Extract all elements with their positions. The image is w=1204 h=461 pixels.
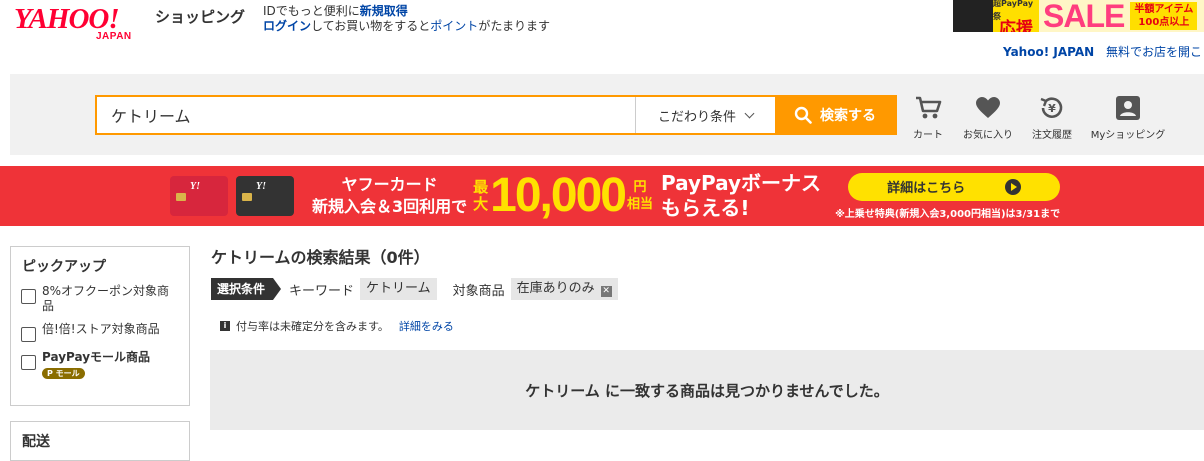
- banner-saidai-1: 最: [473, 178, 489, 196]
- info-icon: i: [220, 321, 230, 331]
- search-input[interactable]: [97, 97, 635, 133]
- banner-card-text: ヤフーカード 新規入会＆3回利用で: [312, 174, 467, 218]
- nav-favorites-label: お気に入り: [963, 130, 1013, 141]
- yahoo-japan-link[interactable]: Yahoo! JAPAN: [1003, 45, 1094, 59]
- banner-amount: 10,000: [490, 169, 627, 222]
- login-link[interactable]: ログイン: [263, 19, 311, 33]
- pickup-option-baibai[interactable]: 倍!倍!ストア対象商品: [21, 322, 189, 342]
- promo-text-1: IDでもっと便利に: [263, 4, 360, 18]
- pickup-option-label: PayPayモール商品 P モール: [42, 350, 172, 380]
- login-promo: IDでもっと便利に新規取得 ログインしてお買い物をするとポイントがたまります: [263, 4, 550, 34]
- open-store-link[interactable]: 無料でお店を開こ: [1106, 45, 1202, 59]
- banner-en-2: 相当: [626, 197, 653, 212]
- promo-text-2: してお買い物をすると: [311, 19, 431, 33]
- play-arrow-icon: [1005, 178, 1022, 195]
- sale-banner[interactable]: 超PayPay祭 応援 SALE 半額アイテム 100点以上: [953, 0, 1204, 32]
- target-value-chip: 在庫ありのみ ✕: [510, 278, 618, 300]
- svg-text:¥: ¥: [1048, 102, 1056, 115]
- search-button-label: 検索する: [820, 108, 876, 124]
- card-banner-content: Y! Y! ヤフーカード 新規入会＆3回利用で 最 大 10,000 円 相当 …: [170, 166, 1118, 226]
- pickup-title: ピックアップ: [22, 259, 106, 275]
- pickup-option-label: 8%オフクーポン対象商品: [42, 284, 170, 313]
- sale-badge-line1: 半額アイテム: [1134, 4, 1194, 15]
- info-text: 付与率は未確定分を含みます。: [236, 320, 389, 333]
- logo-japan-text: JAPAN: [96, 31, 132, 42]
- target-key: 対象商品: [452, 283, 505, 299]
- nav-myshopping[interactable]: Myショッピング: [1088, 94, 1168, 141]
- filter-dropdown[interactable]: こだわり条件: [635, 97, 775, 133]
- chevron-down-icon: [744, 108, 755, 118]
- nav-cart[interactable]: カート: [908, 94, 948, 141]
- banner-saidai-2: 大: [473, 195, 489, 213]
- banner-paypay-text: PayPayボーナス もらえる!: [661, 171, 821, 221]
- header: YAHOO! JAPAN ショッピング IDでもっと便利に新規取得 ログインして…: [0, 0, 1204, 72]
- nav-orders-label: 注文履歴: [1032, 130, 1072, 141]
- yahoo-shopping-logo[interactable]: YAHOO! JAPAN: [14, 4, 131, 42]
- sidebar-pickup: ピックアップ 8%オフクーポン対象商品 倍!倍!ストア対象商品 PayPayモー…: [10, 246, 190, 406]
- conditions-tag: 選択条件: [211, 278, 282, 300]
- filter-dropdown-label: こだわり条件: [657, 109, 736, 125]
- banner-note: ※上乗せ特典(新規入会3,000円相当)は3/31まで: [835, 208, 1061, 220]
- sale-portrait-image: [953, 0, 993, 32]
- yahoo-card-black-image: Y!: [236, 176, 294, 216]
- checkbox[interactable]: [21, 355, 36, 370]
- sale-ouen-text: 応援: [999, 18, 1033, 32]
- sale-ouen-badge: 超PayPay祭 応援: [993, 0, 1039, 32]
- no-result-text: ケトリーム に一致する商品は見つかりませんでした。: [525, 381, 889, 400]
- pickup-option-label: 倍!倍!ストア対象商品: [42, 322, 160, 336]
- search-bar-area: こだわり条件 検索する カート: [10, 74, 1204, 155]
- order-history-icon: ¥: [1040, 97, 1063, 118]
- banner-yen-label: 円 相当: [627, 179, 653, 213]
- info-note: i 付与率は未確定分を含みます。 詳細をみる: [220, 318, 454, 334]
- yahoo-card-banner[interactable]: Y! Y! ヤフーカード 新規入会＆3回利用で 最 大 10,000 円 相当 …: [0, 166, 1204, 226]
- sale-word: SALE: [1043, 0, 1125, 32]
- logo-shopping-text[interactable]: ショッピング: [155, 6, 245, 27]
- header-nav: カート お気に入り ¥ 注文履歴 Myショッピング: [908, 94, 1180, 141]
- banner-detail-button[interactable]: 詳細はこちら: [848, 172, 1061, 201]
- nav-cart-label: カート: [913, 130, 943, 141]
- sale-badge-line2: 100点以上: [1138, 17, 1190, 28]
- cart-icon: [916, 96, 942, 119]
- nav-favorites[interactable]: お気に入り: [960, 94, 1016, 141]
- page-title: ケトリームの検索結果（0件）: [211, 248, 430, 267]
- promo-text-3: がたまります: [478, 19, 550, 33]
- search-icon: [794, 106, 812, 124]
- close-icon[interactable]: ✕: [600, 286, 612, 297]
- banner-max-label: 最 大: [473, 179, 488, 213]
- nav-myshopping-label: Myショッピング: [1090, 130, 1166, 141]
- banner-paypay-2: もらえる!: [660, 196, 750, 220]
- banner-paypay-1: PayPayボーナス: [660, 171, 822, 195]
- pickup-option-coupon[interactable]: 8%オフクーポン対象商品: [21, 284, 189, 314]
- account-icon: [1116, 96, 1140, 120]
- signup-link[interactable]: 新規取得: [360, 4, 408, 18]
- heart-icon: [976, 97, 1000, 118]
- banner-detail-label: 詳細はこちら: [887, 181, 966, 196]
- no-result-message: ケトリーム に一致する商品は見つかりませんでした。: [210, 350, 1204, 430]
- search-box: こだわり条件 検索する: [95, 95, 897, 135]
- banner-en-1: 円: [633, 180, 647, 195]
- keyword-key: キーワード: [289, 283, 355, 299]
- checkbox[interactable]: [21, 327, 36, 342]
- paypay-mall-badge: P モール: [42, 368, 85, 379]
- target-value: 在庫ありのみ: [516, 281, 595, 296]
- yahoo-card-red-image: Y!: [170, 176, 228, 216]
- search-button[interactable]: 検索する: [775, 97, 895, 133]
- info-detail-link[interactable]: 詳細をみる: [399, 318, 454, 334]
- sidebar-delivery: 配送: [10, 421, 190, 461]
- checkbox[interactable]: [21, 289, 36, 304]
- pickup-option-paypay-mall[interactable]: PayPayモール商品 P モール: [21, 350, 189, 380]
- banner-line2: 新規入会＆3回利用で: [312, 197, 468, 216]
- points-link[interactable]: ポイント: [430, 19, 478, 33]
- sale-half-price-badge: 半額アイテム 100点以上: [1130, 2, 1198, 30]
- paypay-mall-label: PayPayモール商品: [42, 350, 151, 364]
- banner-right: 詳細はこちら ※上乗せ特典(新規入会3,000円相当)は3/31まで: [835, 172, 1061, 220]
- selected-conditions: 選択条件 キーワード ケトリーム 対象商品 在庫ありのみ ✕: [211, 278, 634, 300]
- nav-orders[interactable]: ¥ 注文履歴: [1028, 94, 1076, 141]
- banner-line1: ヤフーカード: [341, 175, 438, 194]
- keyword-value: ケトリーム: [360, 278, 437, 300]
- top-links: Yahoo! JAPAN 無料でお店を開こ: [1003, 43, 1202, 60]
- delivery-title: 配送: [22, 434, 50, 450]
